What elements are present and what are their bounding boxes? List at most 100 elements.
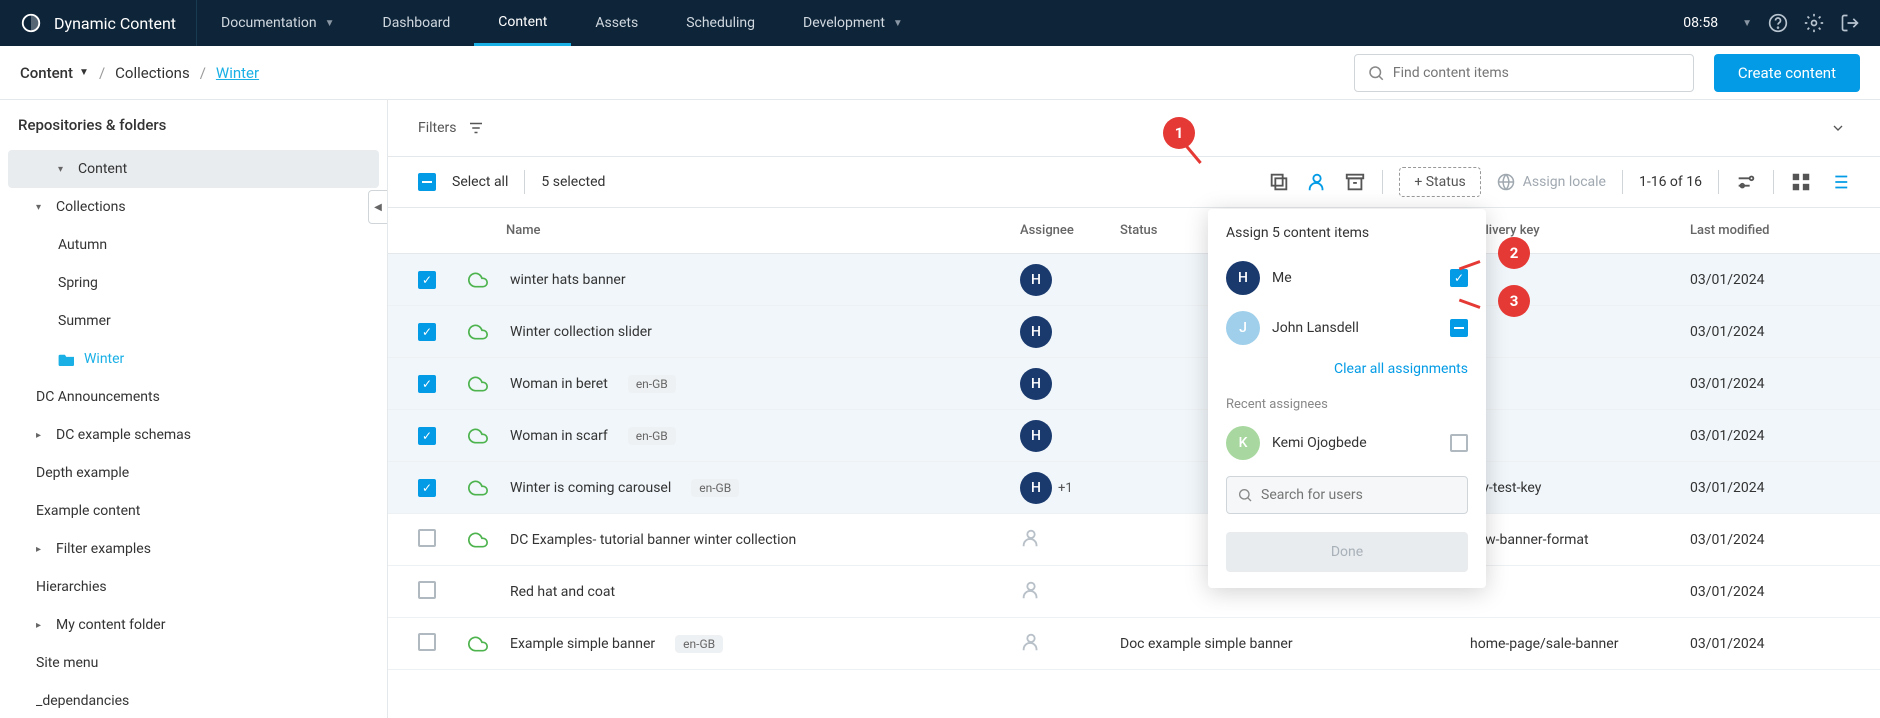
breadcrumb-collections[interactable]: Collections xyxy=(115,64,190,82)
chevron-down-icon: ▼ xyxy=(893,18,903,29)
avatar: H xyxy=(1226,261,1260,295)
nav-dashboard[interactable]: Dashboard xyxy=(359,0,475,46)
nav-development[interactable]: Development ▼ xyxy=(779,0,927,46)
row-checkbox[interactable] xyxy=(418,271,436,289)
tree-summer[interactable]: Summer xyxy=(0,302,387,340)
assignee-avatar: H xyxy=(1020,316,1052,348)
expand-toggle[interactable] xyxy=(1826,116,1850,140)
nav-content[interactable]: Content xyxy=(474,0,571,46)
search-content[interactable] xyxy=(1354,54,1694,92)
tree-item[interactable]: ▸My content folder xyxy=(0,606,387,644)
collapse-sidebar-button[interactable]: ◀ xyxy=(368,190,388,224)
tree-item[interactable]: Site menu xyxy=(0,644,387,682)
user-search[interactable] xyxy=(1226,476,1468,514)
unassigned-icon xyxy=(1020,527,1042,549)
row-checkbox[interactable] xyxy=(418,427,436,445)
locale-chip: en-GB xyxy=(628,427,676,445)
breadcrumb: Content ▼ / Collections / Winter xyxy=(20,64,259,82)
chevron-down-icon[interactable]: ▼ xyxy=(1742,18,1752,29)
assign-user-icon[interactable] xyxy=(1306,171,1328,193)
logout-icon[interactable] xyxy=(1840,13,1860,33)
row-checkbox[interactable] xyxy=(418,479,436,497)
tree-content[interactable]: ▾ Content xyxy=(8,150,379,188)
clock: 08:58 xyxy=(1683,15,1718,31)
row-checkbox[interactable] xyxy=(418,529,436,547)
table-header: Name Assignee Status Delivery key Last m… xyxy=(388,208,1880,254)
tree-collections[interactable]: ▾ Collections xyxy=(0,188,387,226)
last-modified: 03/01/2024 xyxy=(1690,532,1850,548)
assignee-me-checkbox[interactable] xyxy=(1450,269,1468,287)
row-checkbox[interactable] xyxy=(418,581,436,599)
locale-chip: en-GB xyxy=(691,479,739,497)
brand-text: Dynamic Content xyxy=(54,14,176,33)
table-row[interactable]: Red hat and coat03/01/2024 xyxy=(388,566,1880,618)
filters-button[interactable]: Filters xyxy=(418,119,485,137)
callout-1: 1 xyxy=(1163,117,1195,149)
selected-count: 5 selected xyxy=(541,174,605,190)
sort-settings-icon[interactable] xyxy=(1735,171,1757,193)
assign-locale-button[interactable]: Assign locale xyxy=(1497,173,1606,191)
tree-autumn[interactable]: Autumn xyxy=(0,226,387,264)
assignee-avatar: H xyxy=(1020,472,1052,504)
gear-icon[interactable] xyxy=(1804,13,1824,33)
assignee-avatar: H xyxy=(1020,264,1052,296)
table-row[interactable]: winter hats banner H 03/01/2024 xyxy=(388,254,1880,306)
breadcrumb-current[interactable]: Winter xyxy=(216,64,259,82)
table-row[interactable]: Winter is coming carouselen-GBH+1my-test… xyxy=(388,462,1880,514)
item-name: Red hat and coat xyxy=(510,584,615,600)
brand[interactable]: Dynamic Content xyxy=(0,0,197,46)
search-input[interactable] xyxy=(1393,65,1681,81)
assignee-john-checkbox[interactable] xyxy=(1450,319,1468,337)
assignee-john[interactable]: J John Lansdell xyxy=(1208,303,1486,353)
add-status-button[interactable]: + Status xyxy=(1399,167,1480,197)
tree-item[interactable]: Hierarchies xyxy=(0,568,387,606)
published-icon xyxy=(468,374,488,394)
row-checkbox[interactable] xyxy=(418,323,436,341)
tree-item[interactable]: ▸DC example schemas xyxy=(0,416,387,454)
table-row[interactable]: DC Examples- tutorial banner winter coll… xyxy=(388,514,1880,566)
locale-chip: en-GB xyxy=(675,635,723,653)
chevron-down-icon xyxy=(1830,120,1846,136)
table-row[interactable]: Woman in bereten-GBH03/01/2024 xyxy=(388,358,1880,410)
item-name: winter hats banner xyxy=(510,272,626,288)
item-name: Woman in scarf xyxy=(510,428,608,444)
table-row[interactable]: Woman in scarfen-GBH03/01/2024 xyxy=(388,410,1880,462)
archive-action-icon[interactable] xyxy=(1344,171,1366,193)
breadcrumb-root[interactable]: Content ▼ xyxy=(20,64,89,82)
nav-scheduling[interactable]: Scheduling xyxy=(662,0,779,46)
row-checkbox[interactable] xyxy=(418,375,436,393)
help-icon[interactable] xyxy=(1768,13,1788,33)
nav-documentation[interactable]: Documentation ▼ xyxy=(197,0,358,46)
top-nav: Dynamic Content Documentation ▼ Dashboar… xyxy=(0,0,1880,46)
avatar: J xyxy=(1226,311,1260,345)
table-row[interactable]: Winter collection sliderH03/01/2024 xyxy=(388,306,1880,358)
tree-item[interactable]: _dependancies xyxy=(0,682,387,718)
table-row[interactable]: Example simple banneren-GBDoc example si… xyxy=(388,618,1880,670)
user-search-input[interactable] xyxy=(1261,487,1457,503)
tree-item[interactable]: ▸Filter examples xyxy=(0,530,387,568)
nav-right: 08:58 ▼ xyxy=(1683,13,1880,33)
done-button[interactable]: Done xyxy=(1226,532,1468,572)
nav-assets[interactable]: Assets xyxy=(571,0,662,46)
tree-spring[interactable]: Spring xyxy=(0,264,387,302)
assignee-me[interactable]: H Me xyxy=(1208,253,1486,303)
list-view-icon[interactable] xyxy=(1828,171,1850,193)
row-checkbox[interactable] xyxy=(418,633,436,651)
clear-assignments-link[interactable]: Clear all assignments xyxy=(1208,353,1486,385)
item-name: Example simple banner xyxy=(510,636,655,652)
subheader: Content ▼ / Collections / Winter Create … xyxy=(0,46,1880,100)
last-modified: 03/01/2024 xyxy=(1690,480,1850,496)
tree-item[interactable]: Example content xyxy=(0,492,387,530)
item-name: Woman in beret xyxy=(510,376,608,392)
create-content-button[interactable]: Create content xyxy=(1714,54,1860,92)
globe-icon xyxy=(1497,173,1515,191)
tree-item[interactable]: Depth example xyxy=(0,454,387,492)
tree-item[interactable]: DC Announcements xyxy=(0,378,387,416)
grid-view-icon[interactable] xyxy=(1790,171,1812,193)
assignee-kemi-checkbox[interactable] xyxy=(1450,434,1468,452)
assignee-kemi[interactable]: K Kemi Ojogbede xyxy=(1208,418,1486,468)
copy-icon[interactable] xyxy=(1268,171,1290,193)
last-modified: 03/01/2024 xyxy=(1690,272,1850,288)
select-all-checkbox[interactable] xyxy=(418,173,436,191)
tree-winter[interactable]: Winter xyxy=(0,340,387,378)
